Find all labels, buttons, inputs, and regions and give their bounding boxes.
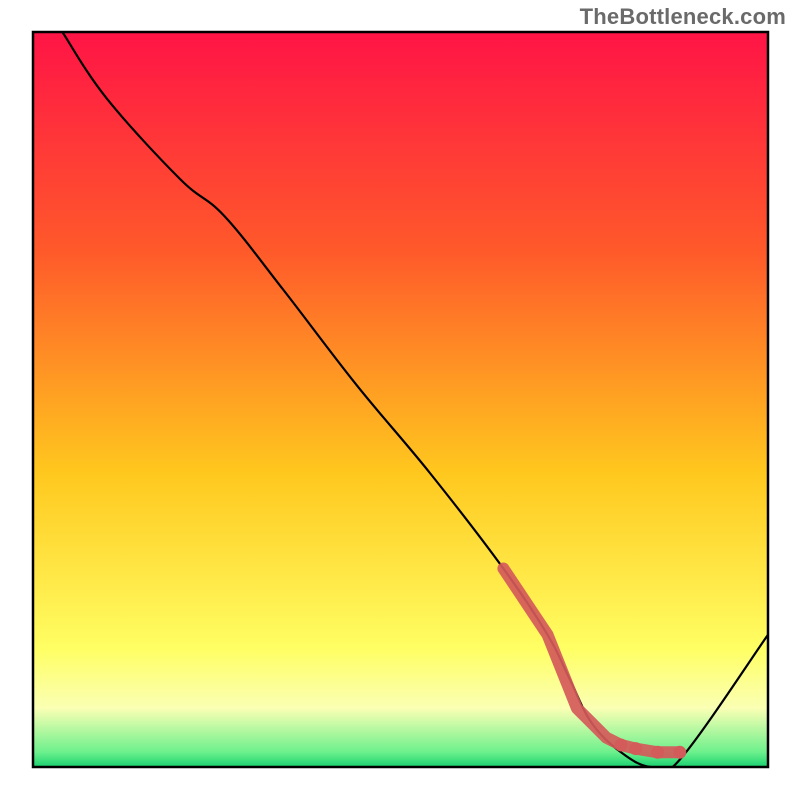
gradient-band — [33, 649, 768, 708]
marker-dot — [673, 746, 686, 759]
gradient-band — [33, 473, 768, 650]
marker-dot — [615, 738, 628, 751]
chart-svg — [0, 0, 800, 800]
marker-dot — [651, 746, 664, 759]
chart-stage: TheBottleneck.com — [0, 0, 800, 800]
marker-dot — [629, 742, 642, 755]
gradient-band — [33, 253, 768, 474]
gradient-band — [33, 32, 768, 253]
